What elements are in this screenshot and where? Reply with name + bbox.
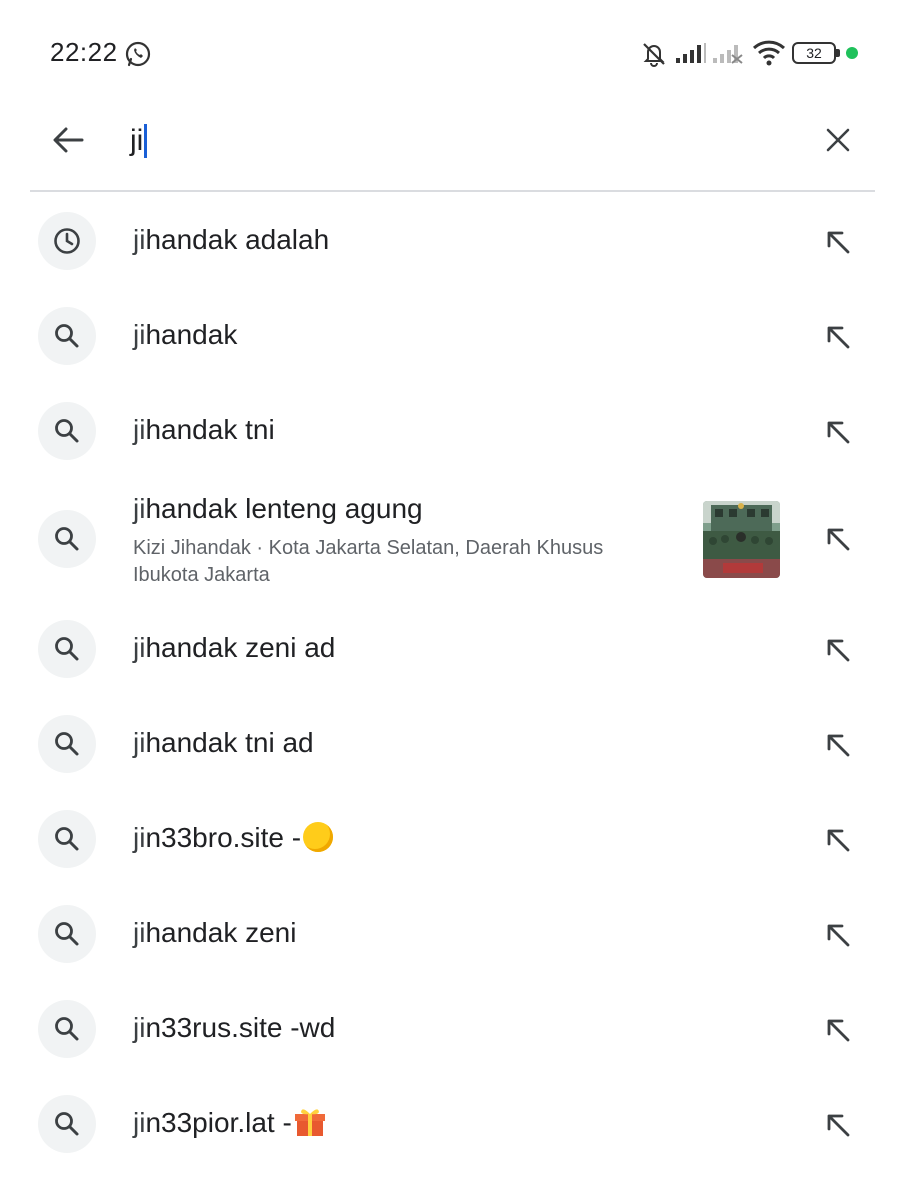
suggestion-text: jihandak — [133, 319, 238, 350]
arrow-up-left-icon[interactable] — [820, 632, 856, 668]
arrow-up-left-icon[interactable] — [820, 822, 856, 858]
search-icon — [38, 402, 96, 460]
suggestion-text: jihandak lenteng agung — [133, 493, 423, 524]
suggestion-row[interactable]: jihandak zeni — [0, 887, 904, 982]
suggestion-text: jihandak zeni ad — [133, 632, 336, 663]
suggestion-text: jin33bro.site - — [133, 822, 334, 854]
suggestion-row[interactable]: jihandak tni ad — [0, 697, 904, 792]
battery-icon: 32 — [792, 42, 840, 64]
suggestion-text: jin33pior.lat - — [133, 1107, 326, 1139]
arrow-up-left-icon[interactable] — [820, 1012, 856, 1048]
bell-off-icon — [643, 43, 665, 67]
arrow-up-left-icon[interactable] — [820, 727, 856, 763]
suggestion-text: jihandak tni ad — [133, 727, 314, 758]
text-caret — [144, 124, 148, 158]
suggestion-row[interactable]: jin33pior.lat - — [0, 1077, 904, 1172]
arrow-left-icon[interactable] — [48, 120, 88, 160]
suggestion-text: jihandak tni — [133, 414, 275, 445]
search-icon — [38, 715, 96, 773]
suggestion-row[interactable]: jihandak adalah — [0, 194, 904, 289]
search-icon — [38, 620, 96, 678]
signal-no-service-icon — [713, 45, 743, 64]
yellow-circle-emoji-icon — [303, 822, 334, 852]
arrow-up-left-icon[interactable] — [820, 917, 856, 953]
search-icon — [38, 1095, 96, 1153]
search-icon — [38, 905, 96, 963]
search-icon — [38, 1000, 96, 1058]
suggestion-text: jihandak zeni — [133, 917, 297, 948]
close-icon[interactable] — [820, 122, 856, 158]
search-icon — [38, 810, 96, 868]
history-icon — [38, 212, 96, 270]
suggestion-row[interactable]: jihandak — [0, 289, 904, 384]
suggestion-row[interactable]: jihandak tni — [0, 384, 904, 479]
suggestion-row-place[interactable]: jihandak lenteng agung Kizi Jihandak · K… — [0, 479, 904, 599]
suggestion-subtitle: Kizi Jihandak · Kota Jakarta Selatan, Da… — [133, 537, 604, 586]
suggestion-thumbnail — [703, 501, 780, 578]
arrow-up-left-icon[interactable] — [820, 1107, 856, 1143]
suggestion-row[interactable]: jin33rus.site -wd — [0, 982, 904, 1077]
suggestion-row[interactable]: jihandak zeni ad — [0, 602, 904, 697]
arrow-up-left-icon[interactable] — [820, 414, 856, 450]
search-query: ji — [130, 124, 144, 157]
battery-level: 32 — [806, 45, 822, 61]
suggestion-row[interactable]: jin33bro.site - — [0, 792, 904, 887]
arrow-up-left-icon[interactable] — [820, 224, 856, 260]
search-icon — [38, 510, 96, 568]
status-time: 22:22 — [50, 37, 118, 67]
search-bar: ji — [30, 104, 875, 192]
search-icon — [38, 307, 96, 365]
gift-emoji-icon — [294, 1109, 325, 1136]
privacy-indicator-dot — [846, 47, 858, 59]
suggestion-text: jin33rus.site -wd — [133, 1012, 336, 1043]
signal-icon — [676, 43, 706, 63]
search-input[interactable]: ji — [130, 114, 790, 168]
wifi-icon — [752, 40, 786, 66]
arrow-up-left-icon[interactable] — [820, 319, 856, 355]
status-bar: 22:22 32 — [0, 0, 904, 104]
suggestion-text: jihandak adalah — [133, 224, 330, 255]
arrow-up-left-icon[interactable] — [820, 521, 856, 557]
whatsapp-icon — [125, 41, 151, 67]
